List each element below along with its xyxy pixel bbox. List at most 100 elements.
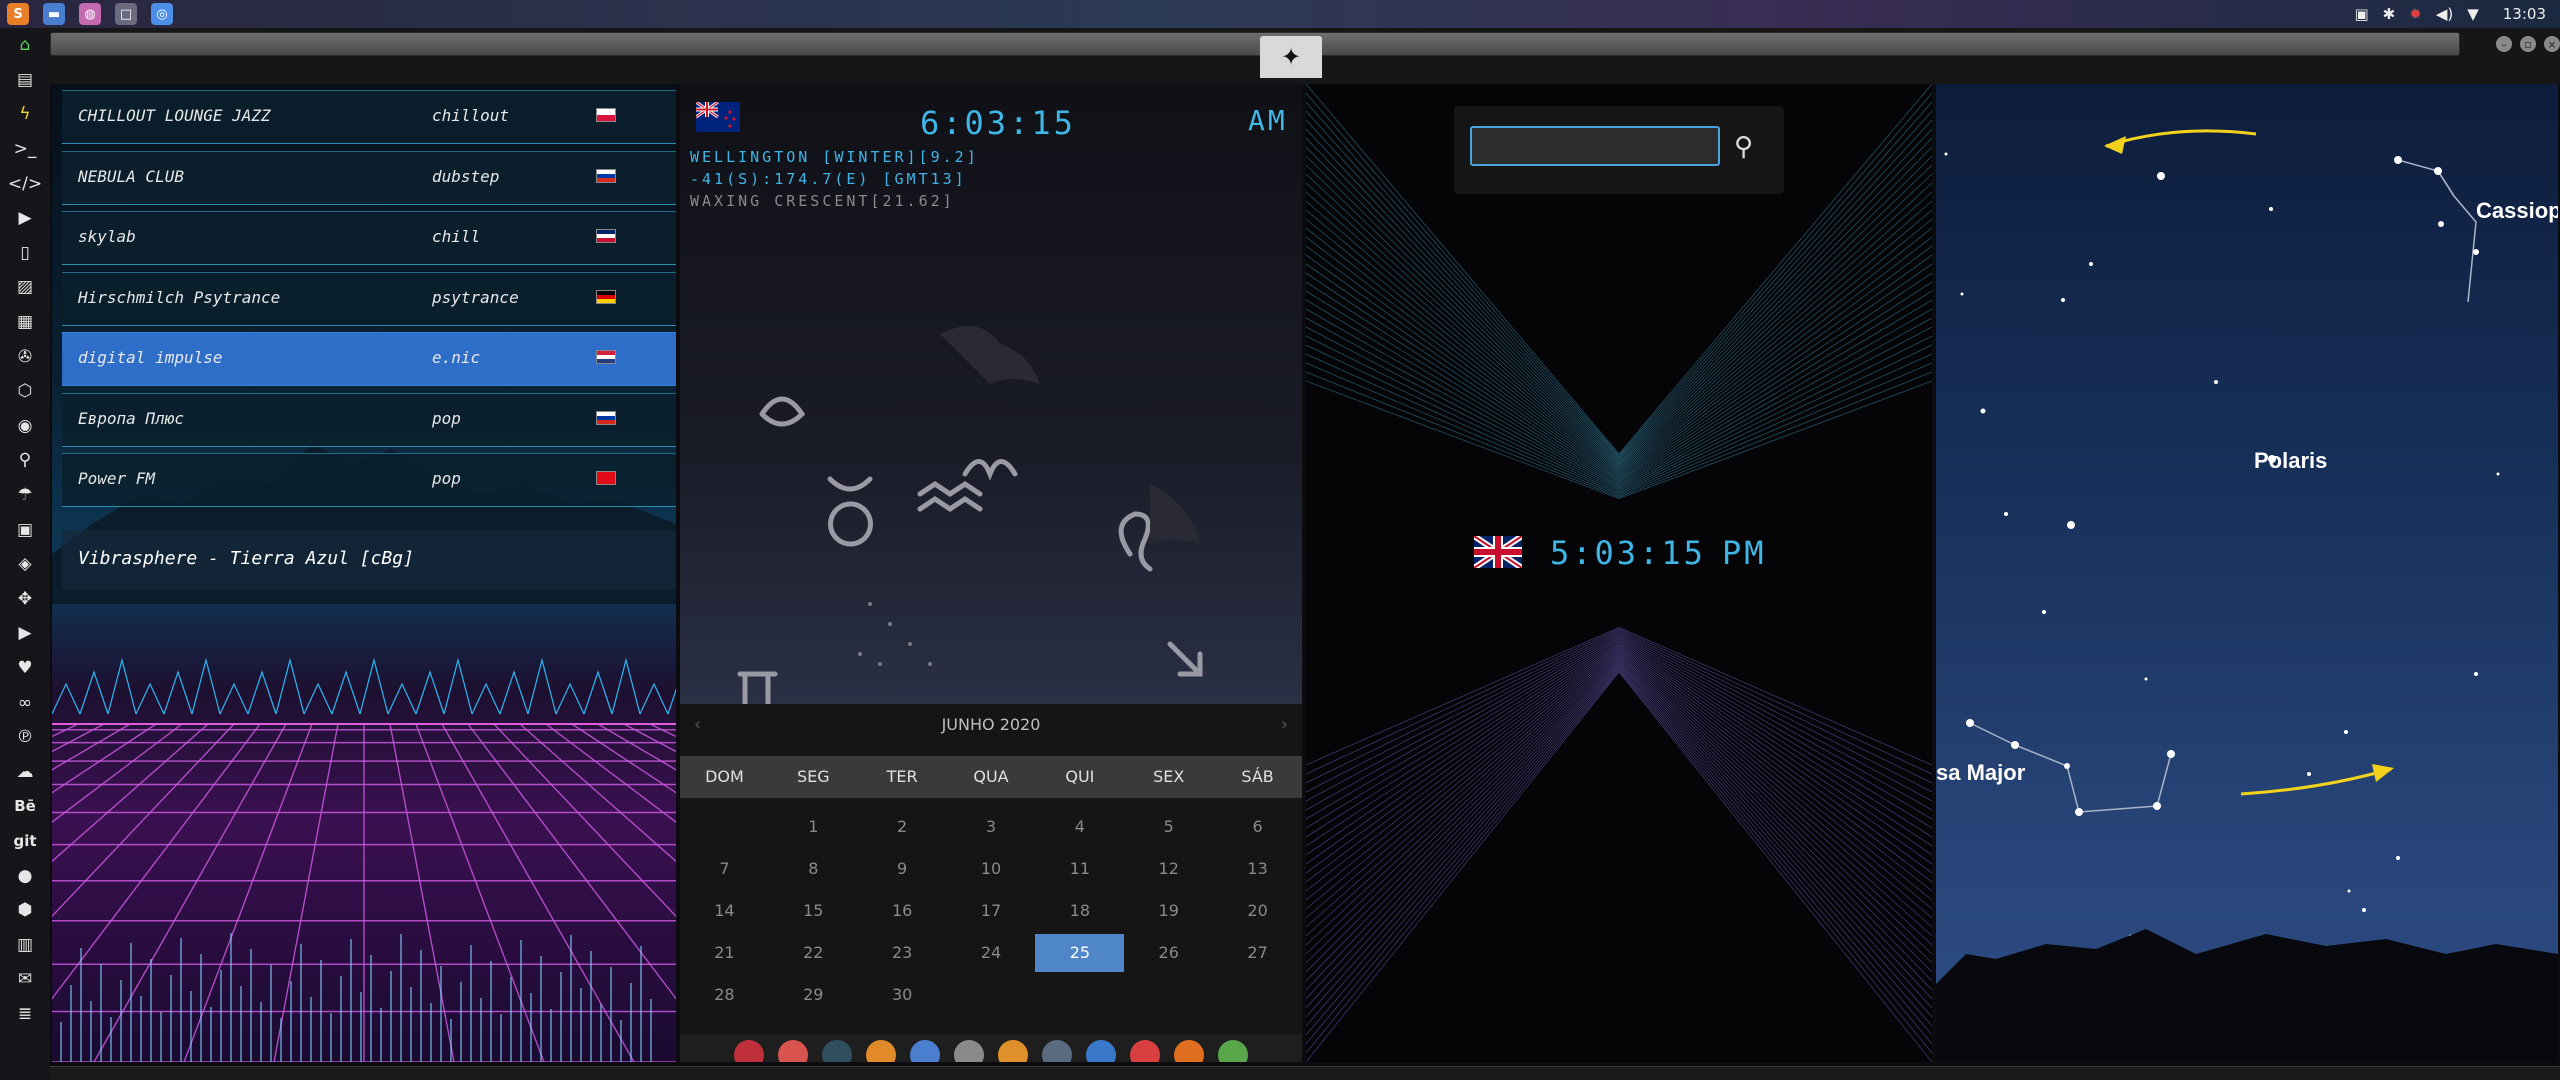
calendar-day[interactable]: 11 <box>1035 848 1124 890</box>
lightning-icon[interactable]: ϟ <box>0 97 50 132</box>
map-icon[interactable]: ▥ <box>0 927 50 962</box>
chevron-right-icon[interactable]: › <box>1281 714 1288 735</box>
devices-icon[interactable]: ▯ <box>0 236 50 271</box>
station-row[interactable]: NEBULA CLUB dubstep <box>62 150 676 205</box>
calendar-day[interactable]: 21 <box>680 932 769 974</box>
calendar-day[interactable]: 14 <box>680 890 769 932</box>
bluetooth-icon[interactable]: ✱ <box>2383 5 2396 23</box>
tag-icon[interactable]: ◈ <box>0 547 50 582</box>
rebel-alliance-icon[interactable]: ✦ <box>1260 36 1322 78</box>
calendar-day[interactable]: 12 <box>1124 848 1213 890</box>
terminal-arrow-icon[interactable] <box>1174 1040 1204 1062</box>
calendar-day[interactable]: 7 <box>680 848 769 890</box>
arch-icon[interactable] <box>734 1040 764 1062</box>
line-pattern <box>1306 84 1932 1062</box>
calendar-day[interactable]: 26 <box>1124 932 1213 974</box>
calendar-day[interactable]: 2 <box>858 806 947 848</box>
contact-icon[interactable]: ▣ <box>0 512 50 547</box>
calendar-day[interactable]: 29 <box>769 974 858 1016</box>
terminal-icon[interactable]: >_ <box>0 132 50 167</box>
search-icon[interactable]: ⚲ <box>1734 132 1753 162</box>
alert-icon[interactable]: ✹ <box>2409 5 2422 23</box>
image-gallery-icon[interactable]: ▨ <box>0 270 50 305</box>
calendar-day[interactable]: 25 <box>1035 934 1125 972</box>
calendar-week: 14 15 16 17 18 19 20 <box>680 890 1302 932</box>
news-feed-icon[interactable]: ▦ <box>0 305 50 340</box>
search-app-icon[interactable] <box>998 1040 1028 1062</box>
station-row[interactable]: Европа Плюс pop <box>62 392 676 447</box>
calendar-day[interactable]: 4 <box>1035 806 1124 848</box>
calendar-day[interactable]: 23 <box>858 932 947 974</box>
code-icon[interactable]: </> <box>0 166 50 201</box>
calendar-day[interactable]: 10 <box>947 848 1036 890</box>
globe-icon[interactable]: ◉ <box>0 409 50 444</box>
minimize-icon[interactable]: – <box>2496 36 2512 52</box>
news-icon[interactable] <box>954 1040 984 1062</box>
wifi-icon[interactable]: ▼ <box>2467 5 2479 23</box>
calendar-day[interactable]: 3 <box>947 806 1036 848</box>
clock[interactable]: 13:03 <box>2503 5 2546 23</box>
calendar-day[interactable]: 9 <box>858 848 947 890</box>
folder-icon[interactable]: ▬ <box>36 0 72 28</box>
calendar-day[interactable]: 1 <box>769 806 858 848</box>
calendar-day[interactable]: 28 <box>680 974 769 1016</box>
calendar-app-icon[interactable] <box>1130 1040 1160 1062</box>
pinterest-icon[interactable]: ℗ <box>0 720 50 755</box>
translate-icon[interactable] <box>910 1040 940 1062</box>
search-input[interactable] <box>1470 126 1720 166</box>
station-row[interactable]: CHILLOUT LOUNGE JAZZ chillout <box>62 90 676 144</box>
document-icon[interactable]: ▤ <box>0 63 50 98</box>
behance-icon[interactable]: Bē <box>0 789 50 824</box>
image-icon[interactable]: ▣ <box>2354 5 2368 23</box>
close-icon[interactable]: × <box>2544 36 2560 52</box>
github-icon[interactable]: ● <box>0 858 50 893</box>
maximize-icon[interactable]: ▫ <box>2520 36 2536 52</box>
calendar-day[interactable]: 19 <box>1124 890 1213 932</box>
calendar-day[interactable]: 27 <box>1213 932 1302 974</box>
cubes-icon[interactable]: ⬢ <box>0 893 50 928</box>
station-row[interactable]: digital impulse e.nic <box>62 332 676 386</box>
calendar-day[interactable]: 6 <box>1213 806 1302 848</box>
calendar-day[interactable]: 8 <box>769 848 858 890</box>
photo-viewer-icon[interactable] <box>866 1040 896 1062</box>
calendar-day[interactable]: 30 <box>858 974 947 1016</box>
window-icon[interactable]: □ <box>108 0 144 28</box>
sublime-text-icon[interactable]: S <box>0 0 36 28</box>
station-row[interactable]: Power FM pop <box>62 453 676 507</box>
calendar-day[interactable]: 5 <box>1124 806 1213 848</box>
cerebro-icon[interactable]: ◍ <box>72 0 108 28</box>
globe-dark-icon[interactable] <box>822 1040 852 1062</box>
calendar-day[interactable]: 16 <box>858 890 947 932</box>
play-icon[interactable]: ▶ <box>0 201 50 236</box>
calendar-day[interactable]: 13 <box>1213 848 1302 890</box>
home-icon[interactable]: ⌂ <box>0 28 50 63</box>
yandex-icon[interactable] <box>1218 1040 1248 1062</box>
window-title-strip[interactable] <box>50 32 2460 56</box>
calendar-day[interactable]: 20 <box>1213 890 1302 932</box>
browser-globe-icon[interactable] <box>1086 1040 1116 1062</box>
network-icon[interactable]: ⬡ <box>0 374 50 409</box>
station-row[interactable]: Hirschmilch Psytrance psytrance <box>62 271 676 326</box>
server-icon[interactable]: ≣ <box>0 997 50 1032</box>
chromium-icon[interactable]: ◎ <box>144 0 180 28</box>
calendar-day[interactable]: 15 <box>769 890 858 932</box>
hourglass-icon[interactable] <box>778 1040 808 1062</box>
calendar-day[interactable]: 24 <box>947 932 1036 974</box>
calendar-day[interactable]: 17 <box>947 890 1036 932</box>
mail-icon[interactable]: ✉ <box>0 962 50 997</box>
expand-icon[interactable]: ✥ <box>0 582 50 617</box>
heart-icon[interactable]: ♥ <box>0 651 50 686</box>
station-row[interactable]: skylab chill <box>62 211 676 265</box>
cloud-icon[interactable]: ☁ <box>0 754 50 789</box>
umbrella-icon[interactable]: ☂ <box>0 478 50 513</box>
git-icon[interactable]: git <box>0 824 50 859</box>
infinity-icon[interactable]: ∞ <box>0 685 50 720</box>
youtube-icon[interactable]: ▶ <box>0 616 50 651</box>
search-icon[interactable]: ⚲ <box>0 443 50 478</box>
volume-icon[interactable]: ◀) <box>2436 5 2453 23</box>
aperture-icon[interactable]: ✇ <box>0 339 50 374</box>
weekday-header: DOM SEG TER QUA QUI SEX SÁB <box>680 756 1302 798</box>
calendar-day[interactable]: 22 <box>769 932 858 974</box>
clock-icon[interactable] <box>1042 1040 1072 1062</box>
calendar-day[interactable]: 18 <box>1035 890 1124 932</box>
